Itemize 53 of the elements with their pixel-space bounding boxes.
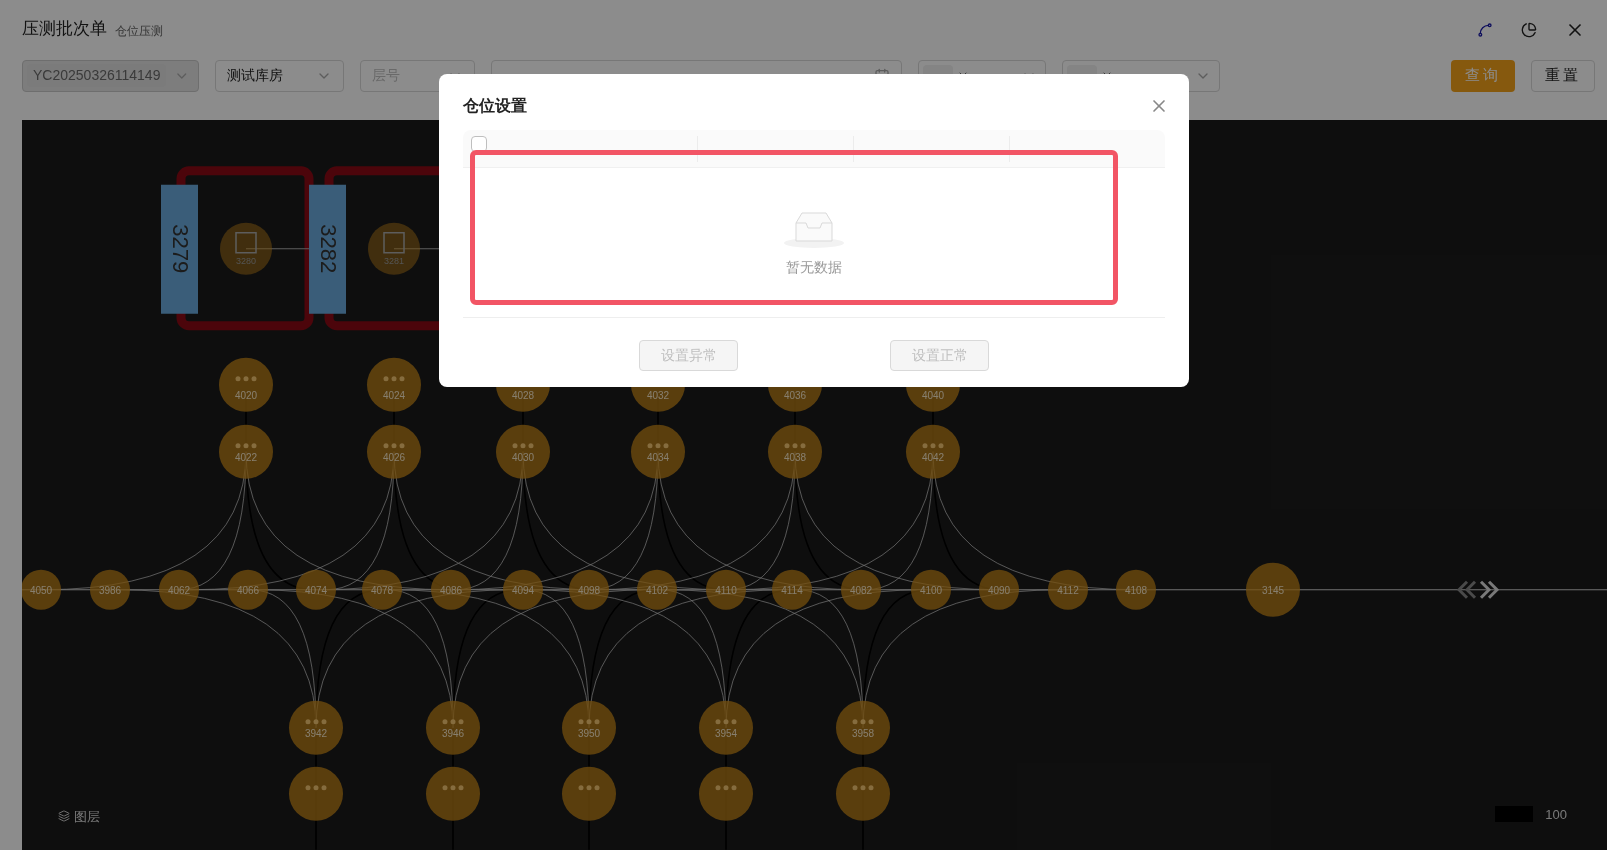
empty-text: 暂无数据 xyxy=(786,258,842,277)
rack-bar[interactable]: 3279 xyxy=(161,184,198,314)
node[interactable]: 3954 xyxy=(699,700,753,755)
node[interactable]: 4034 xyxy=(631,424,685,479)
node[interactable] xyxy=(836,766,890,821)
dialog-title: 仓位设置 xyxy=(463,96,527,116)
node[interactable]: 4108 xyxy=(1116,569,1156,610)
node[interactable]: 3986 xyxy=(90,569,130,610)
legend-label: 100 xyxy=(1545,805,1567,824)
node[interactable]: 4038 xyxy=(768,424,822,479)
node[interactable]: 3946 xyxy=(426,700,480,755)
layers-label[interactable]: 图层 xyxy=(74,806,100,826)
node[interactable]: 3950 xyxy=(562,700,616,755)
node[interactable]: 4112 xyxy=(1048,569,1088,610)
node[interactable] xyxy=(699,766,753,821)
node[interactable]: 4110 xyxy=(706,569,746,610)
layers-icon[interactable] xyxy=(58,810,70,823)
node[interactable]: 4020 xyxy=(219,357,273,412)
node[interactable]: 4050 xyxy=(22,569,61,610)
select[interactable]: 测试库房 xyxy=(215,59,344,92)
node[interactable]: 4100 xyxy=(911,569,951,610)
node[interactable]: 4102 xyxy=(637,569,677,610)
node[interactable]: 4022 xyxy=(219,424,273,479)
node[interactable]: 3958 xyxy=(836,700,890,755)
node[interactable]: 4042 xyxy=(906,424,960,479)
node[interactable]: 4094 xyxy=(503,569,543,610)
node[interactable]: 4082 xyxy=(841,569,881,610)
node[interactable]: 4066 xyxy=(228,569,268,610)
node[interactable]: 4062 xyxy=(159,569,199,610)
node[interactable]: 4098 xyxy=(569,569,609,610)
route-icon[interactable] xyxy=(1477,21,1493,38)
node[interactable]: 4030 xyxy=(496,424,550,479)
select-value: 测试库房 xyxy=(227,66,283,85)
node[interactable]: 4024 xyxy=(367,357,421,412)
node[interactable] xyxy=(426,766,480,821)
node[interactable]: 4026 xyxy=(367,424,421,479)
rack-bar[interactable]: 3282 xyxy=(309,184,346,314)
search-button[interactable]: 查询 xyxy=(1451,59,1515,92)
pie-chart-icon[interactable] xyxy=(1521,21,1537,38)
page-subtitle: 仓位压测 xyxy=(115,22,163,40)
chevrons-icon xyxy=(1456,579,1500,599)
page-title: 压测批次单 xyxy=(22,18,107,40)
node[interactable]: 4086 xyxy=(431,569,471,610)
node[interactable]: 4074 xyxy=(296,569,336,610)
reset-button[interactable]: 重置 xyxy=(1531,59,1595,92)
node[interactable]: 4090 xyxy=(979,569,1019,610)
checkbox[interactable] xyxy=(471,136,487,152)
node[interactable]: 4114 xyxy=(772,569,812,610)
node[interactable]: 3145 xyxy=(1246,562,1300,617)
node[interactable]: 4078 xyxy=(362,569,402,610)
node[interactable] xyxy=(289,766,343,821)
node[interactable] xyxy=(562,766,616,821)
node[interactable]: 3942 xyxy=(289,700,343,755)
